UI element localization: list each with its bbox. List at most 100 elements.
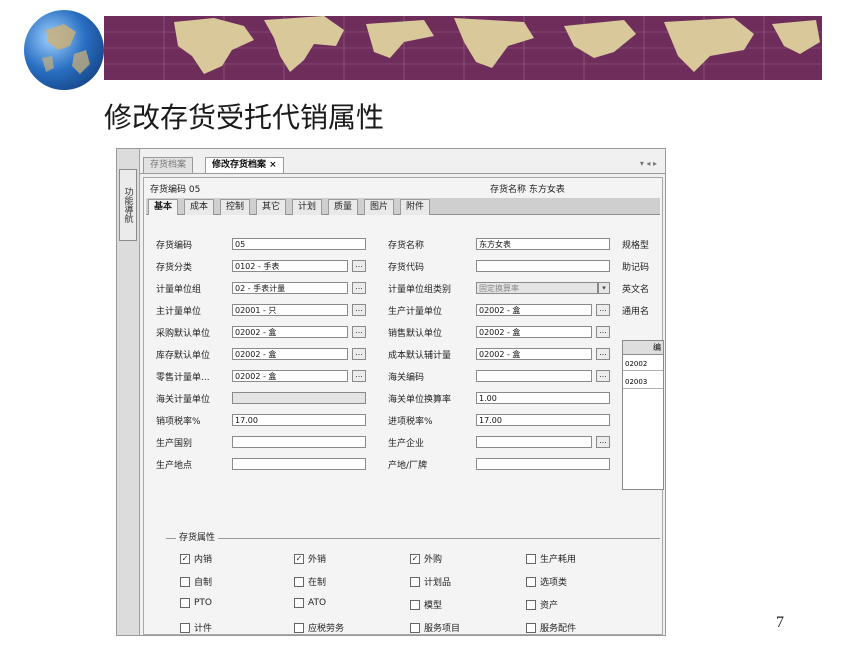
checkbox-empty-icon[interactable] bbox=[410, 599, 420, 610]
checkbox-empty-icon[interactable] bbox=[526, 622, 536, 633]
unit-group-input[interactable]: 02 - 手表计量 bbox=[232, 282, 348, 294]
checkbox-empty-icon[interactable] bbox=[294, 598, 304, 608]
field-label: 成本默认辅计量 bbox=[388, 351, 452, 361]
attribute-checkbox[interactable]: ✓ 外销 bbox=[294, 552, 326, 565]
attribute-checkbox[interactable]: 计划品 bbox=[410, 575, 451, 588]
checkbox-checked-icon[interactable]: ✓ bbox=[294, 553, 304, 564]
checkbox-label: 在制 bbox=[308, 578, 327, 588]
attribute-checkbox[interactable]: 模型 bbox=[410, 598, 442, 611]
purchase-unit-input[interactable]: 02002 - 盒 bbox=[232, 326, 348, 338]
attribute-checkbox[interactable]: ✓ 外购 bbox=[410, 552, 442, 565]
field-label: 零售计量单... bbox=[156, 373, 210, 383]
checkbox-empty-icon[interactable] bbox=[526, 553, 536, 564]
sidebar-tab-function-nav[interactable]: 功能導航 bbox=[119, 169, 137, 241]
manufacturer-input[interactable] bbox=[476, 436, 592, 448]
stock-unit-input[interactable]: 02002 - 盒 bbox=[232, 348, 348, 360]
checkbox-empty-icon[interactable] bbox=[526, 599, 536, 610]
sales-unit-input[interactable]: 02002 - 盒 bbox=[476, 326, 592, 338]
unit-grid[interactable]: 编 02002 02003 bbox=[622, 340, 664, 490]
field-label: 存货名称 bbox=[388, 241, 425, 251]
attribute-checkbox[interactable]: 服务配件 bbox=[526, 621, 576, 634]
world-map-graphic bbox=[104, 16, 822, 80]
inventory-name-input[interactable]: 东方女表 bbox=[476, 238, 610, 250]
header-code: 存货编码 05 bbox=[150, 185, 201, 195]
tab-edit-inventory-archive[interactable]: 修改存货档案 × bbox=[205, 157, 284, 173]
checkbox-empty-icon[interactable] bbox=[294, 576, 304, 587]
checkbox-label: ATO bbox=[308, 598, 327, 608]
browse-button[interactable]: ... bbox=[352, 282, 366, 294]
retail-unit-input[interactable]: 02002 - 盒 bbox=[232, 370, 348, 382]
main-unit-input[interactable]: 02001 - 只 bbox=[232, 304, 348, 316]
checkbox-label: 内销 bbox=[194, 555, 213, 565]
attribute-checkbox[interactable]: 选项类 bbox=[526, 575, 567, 588]
checkbox-label: 外购 bbox=[424, 555, 443, 565]
checkbox-label: 服务项目 bbox=[424, 624, 461, 634]
browse-button[interactable]: ... bbox=[352, 348, 366, 360]
table-row[interactable]: 02002 bbox=[623, 357, 663, 371]
subtab-plan[interactable]: 计划 bbox=[292, 199, 323, 215]
field-label: 计量单位组类别 bbox=[388, 285, 452, 295]
origin-country-input[interactable] bbox=[232, 436, 366, 448]
tab-inventory-archive[interactable]: 存货档案 bbox=[143, 157, 194, 173]
attribute-checkbox[interactable]: ATO bbox=[294, 598, 326, 608]
subtab-basic[interactable]: 基本 bbox=[148, 199, 179, 215]
customs-code-input[interactable] bbox=[476, 370, 592, 382]
table-row[interactable]: 02003 bbox=[623, 375, 663, 389]
checkbox-label: 外销 bbox=[308, 555, 327, 565]
checkbox-empty-icon[interactable] bbox=[410, 622, 420, 633]
browse-button[interactable]: ... bbox=[596, 348, 610, 360]
app-window: 功能導航 存货档案 修改存货档案 × ▾ ◂ ▸ 存货编码 05 存货名称 东方… bbox=[116, 148, 666, 636]
checkbox-checked-icon[interactable]: ✓ bbox=[410, 553, 420, 564]
attribute-checkbox[interactable]: 应税劳务 bbox=[294, 621, 344, 634]
checkbox-checked-icon[interactable]: ✓ bbox=[180, 553, 190, 564]
window-controls[interactable]: ▾ ◂ ▸ bbox=[640, 159, 657, 168]
checkbox-empty-icon[interactable] bbox=[180, 576, 190, 587]
field-label: 助记码 bbox=[622, 263, 650, 273]
browse-button[interactable]: ... bbox=[352, 370, 366, 382]
field-label: 销项税率% bbox=[156, 417, 201, 427]
customs-rate-input[interactable]: 1.00 bbox=[476, 392, 610, 404]
inventory-code-input[interactable]: 05 bbox=[232, 238, 366, 250]
checkbox-label: 应税劳务 bbox=[308, 624, 345, 634]
attribute-checkbox[interactable]: 资产 bbox=[526, 598, 558, 611]
checkbox-empty-icon[interactable] bbox=[180, 598, 190, 608]
brand-input[interactable] bbox=[476, 458, 610, 470]
input-tax-rate-input[interactable]: 17.00 bbox=[476, 414, 610, 426]
subtab-other[interactable]: 其它 bbox=[256, 199, 287, 215]
browse-button[interactable]: ... bbox=[596, 436, 610, 448]
browse-button[interactable]: ... bbox=[596, 370, 610, 382]
cost-unit-input[interactable]: 02002 - 盒 bbox=[476, 348, 592, 360]
field-label: 存货分类 bbox=[156, 263, 193, 273]
checkbox-label: 生产耗用 bbox=[540, 555, 577, 565]
field-label: 销售默认单位 bbox=[388, 329, 443, 339]
subtab-image[interactable]: 图片 bbox=[364, 199, 395, 215]
browse-button[interactable]: ... bbox=[596, 304, 610, 316]
checkbox-empty-icon[interactable] bbox=[294, 622, 304, 633]
subtab-cost[interactable]: 成本 bbox=[184, 199, 215, 215]
attributes-group-title: 存货属性 bbox=[176, 530, 219, 543]
field-label: 采购默认单位 bbox=[156, 329, 211, 339]
inventory-category-input[interactable]: 0102 - 手表 bbox=[232, 260, 348, 272]
browse-button[interactable]: ... bbox=[352, 304, 366, 316]
attribute-checkbox[interactable]: ✓ 内销 bbox=[180, 552, 212, 565]
subtab-quality[interactable]: 质量 bbox=[328, 199, 359, 215]
checkbox-empty-icon[interactable] bbox=[410, 576, 420, 587]
checkbox-empty-icon[interactable] bbox=[180, 622, 190, 633]
attribute-checkbox[interactable]: 在制 bbox=[294, 575, 326, 588]
attribute-checkbox[interactable]: 自制 bbox=[180, 575, 212, 588]
checkbox-empty-icon[interactable] bbox=[526, 576, 536, 587]
attribute-checkbox[interactable]: 计件 bbox=[180, 621, 212, 634]
production-unit-input[interactable]: 02002 - 盒 bbox=[476, 304, 592, 316]
browse-button[interactable]: ... bbox=[352, 260, 366, 272]
output-tax-rate-input[interactable]: 17.00 bbox=[232, 414, 366, 426]
browse-button[interactable]: ... bbox=[596, 326, 610, 338]
subtab-control[interactable]: 控制 bbox=[220, 199, 251, 215]
browse-button[interactable]: ... bbox=[352, 326, 366, 338]
customs-unit-input bbox=[232, 392, 366, 404]
attribute-checkbox[interactable]: 服务项目 bbox=[410, 621, 460, 634]
production-site-input[interactable] bbox=[232, 458, 366, 470]
subtab-attachment[interactable]: 附件 bbox=[400, 199, 431, 215]
attribute-checkbox[interactable]: PTO bbox=[180, 598, 212, 608]
inventory-alias-input[interactable] bbox=[476, 260, 610, 272]
attribute-checkbox[interactable]: 生产耗用 bbox=[526, 552, 576, 565]
